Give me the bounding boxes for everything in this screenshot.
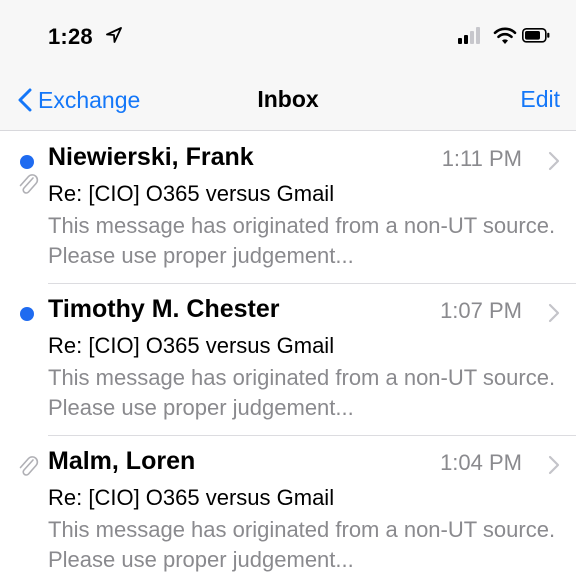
status-bar: 1:28 [0, 0, 576, 70]
paperclip-icon [19, 174, 39, 194]
message-row[interactable]: Niewierski, Frank 1:11 PM Re: [CIO] O365… [0, 131, 576, 283]
message-time: 1:04 PM [440, 450, 522, 475]
location-arrow-icon [106, 27, 122, 43]
chevron-right-icon [548, 151, 560, 171]
message-preview: This message has originated from a non-U… [48, 213, 556, 268]
sender-name: Malm, Loren [48, 447, 196, 475]
message-preview: This message has originated from a non-U… [48, 365, 556, 420]
chevron-right-icon [548, 455, 560, 475]
edit-button[interactable]: Edit [520, 86, 560, 113]
page-title: Inbox [257, 86, 319, 112]
message-list: Niewierski, Frank 1:11 PM Re: [CIO] O365… [0, 131, 576, 587]
navigation-bar: Exchange Inbox Edit [0, 70, 576, 131]
chevron-right-icon [548, 303, 560, 323]
message-subject: Re: [CIO] O365 versus Gmail [48, 485, 335, 510]
message-preview: This message has originated from a non-U… [48, 517, 556, 572]
message-subject: Re: [CIO] O365 versus Gmail [48, 333, 335, 358]
cellular-signal-icon [458, 27, 480, 44]
unread-indicator [20, 307, 34, 321]
sender-name: Timothy M. Chester [48, 295, 280, 323]
message-row[interactable]: Timothy M. Chester 1:07 PM Re: [CIO] O36… [0, 283, 576, 435]
message-time: 1:07 PM [440, 298, 522, 323]
battery-icon [522, 28, 550, 43]
unread-indicator [20, 155, 34, 169]
status-time: 1:28 [48, 24, 93, 49]
status-icons [458, 27, 550, 44]
message-time: 1:11 PM [441, 146, 522, 171]
message-row[interactable]: Malm, Loren 1:04 PM Re: [CIO] O365 versu… [0, 435, 576, 587]
message-subject: Re: [CIO] O365 versus Gmail [48, 181, 335, 206]
wifi-icon [493, 27, 517, 44]
sender-name: Niewierski, Frank [48, 143, 254, 171]
paperclip-icon [19, 456, 39, 476]
